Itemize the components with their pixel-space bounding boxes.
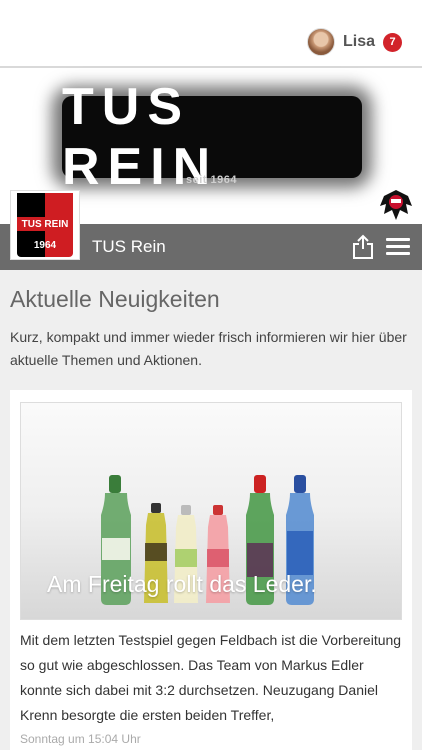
page-title: Aktuelle Neuigkeiten <box>10 286 220 312</box>
user-menu[interactable]: Lisa 7 <box>306 28 402 56</box>
hamburger-menu-icon[interactable] <box>386 238 410 256</box>
news-image-title: Am Freitag rollt das Leder. <box>47 571 317 597</box>
crest-year: 1964 <box>33 240 57 251</box>
news-image[interactable]: Am Freitag rollt das Leder. <box>20 402 402 620</box>
news-card[interactable]: Am Freitag rollt das Leder. Mit dem letz… <box>10 390 412 750</box>
news-timestamp: Sonntag um 15:04 Uhr <box>20 732 141 746</box>
eagle-crest-icon <box>380 190 412 220</box>
intro-text: Kurz, kompakt und immer wieder frisch in… <box>10 329 407 368</box>
user-name[interactable]: Lisa <box>343 33 375 51</box>
club-logo-banner: TUS REIN <box>62 78 362 196</box>
club-crest[interactable]: TUS REIN 1964 <box>10 190 80 260</box>
main-content: Aktuelle Neuigkeiten Kurz, kompakt und i… <box>0 270 422 750</box>
news-excerpt: Mit dem letzten Testspiel gegen Feldbach… <box>20 632 402 723</box>
avatar[interactable] <box>306 28 335 56</box>
logo-subtitle: seit 1964 <box>186 174 237 186</box>
crest-top-text: TUS REIN <box>17 217 73 231</box>
club-name: TUS Rein <box>92 237 166 256</box>
notification-badge[interactable]: 7 <box>383 32 402 52</box>
crest-shield-icon: TUS REIN 1964 <box>17 193 73 257</box>
share-icon[interactable] <box>352 234 374 260</box>
top-bar: Lisa 7 <box>0 0 422 68</box>
